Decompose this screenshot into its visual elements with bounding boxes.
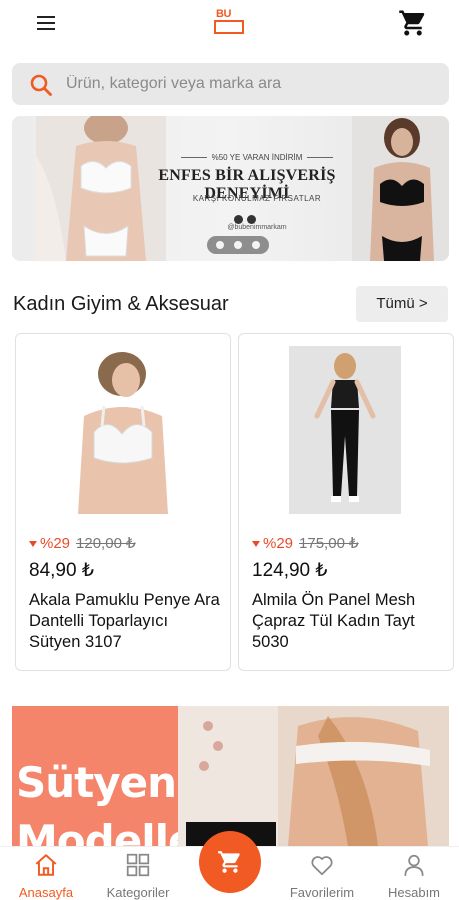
slider-dots[interactable] [207,236,269,254]
nav-item-account[interactable]: Hesabım [374,847,454,900]
logo-mark [214,20,244,34]
category-banner-color-panel: Sütyen Modelleri [12,706,230,846]
nav-item-favorites[interactable]: Favorilerim [282,847,362,900]
product-image [66,346,178,514]
user-icon [404,854,424,876]
product-image [289,346,401,514]
slider-dot[interactable] [216,241,224,249]
nav-item-home[interactable]: Anasayfa [6,847,86,900]
banner-tagline: KARŞI KONULMAZ FIRSATLAR [192,194,322,203]
product-card[interactable]: %29 120,00 ₺ 84,90 ₺ Akala Pamuklu Penye … [15,333,231,671]
price-row: %29 175,00 ₺ [252,534,359,552]
facebook-icon [234,215,243,224]
brand-logo[interactable]: BU [214,8,248,36]
discount-percent: %29 [263,535,294,552]
see-all-button[interactable]: Tümü > [356,286,448,322]
home-icon [35,854,57,876]
old-price: 120,00 ₺ [76,535,136,552]
product-card[interactable]: %29 175,00 ₺ 124,90 ₺ Almila Ön Panel Mes… [238,333,454,671]
heart-icon [311,856,333,876]
current-price: 84,90 ₺ [29,560,94,581]
current-price: 124,90 ₺ [252,560,328,581]
banner-model-right-image [352,116,449,261]
top-bar: BU [0,0,459,50]
product-name: Almila Ön Panel Mesh Çapraz Tül Kadın Ta… [252,591,416,651]
search-icon [30,74,52,96]
cart-fab-button[interactable] [199,831,261,893]
price-row: %29 120,00 ₺ [29,534,136,552]
product-name: Akala Pamuklu Penye Ara Dantelli Toparla… [29,591,220,651]
search-bar[interactable] [12,63,449,105]
hero-banner[interactable]: %50 YE VARAN İNDİRİM ENFES BİR ALIŞVERİŞ… [12,116,449,261]
nav-label: Anasayfa [18,885,74,900]
discount-arrow-icon [29,541,37,548]
discount-percent: %29 [40,535,71,552]
shopping-cart-icon[interactable] [398,8,428,38]
slider-dot[interactable] [252,241,260,249]
category-banner[interactable]: Sütyen Modelleri [12,706,449,846]
section-title: Kadın Giyim & Aksesuar [13,293,229,315]
old-price: 175,00 ₺ [299,535,359,552]
category-banner-title: Sütyen [16,758,177,807]
nav-label: Hesabım [387,885,441,900]
banner-social-icons [234,211,274,224]
nav-label: Favorilerim [289,885,355,900]
hamburger-menu-icon[interactable] [34,12,58,36]
nav-label: Kategoriler [106,885,170,900]
category-banner-image [178,706,449,846]
slider-dot[interactable] [234,241,242,249]
banner-handle: @bubenimmarkam [227,224,287,231]
search-input[interactable] [66,63,436,105]
nav-item-categories[interactable]: Kategoriler [98,847,178,900]
grid-icon [126,853,150,877]
banner-subtitle: %50 YE VARAN İNDİRİM [162,153,352,162]
instagram-icon [247,215,256,224]
discount-arrow-icon [252,541,260,548]
logo-text: BU [216,8,231,20]
cart-icon [218,851,240,873]
